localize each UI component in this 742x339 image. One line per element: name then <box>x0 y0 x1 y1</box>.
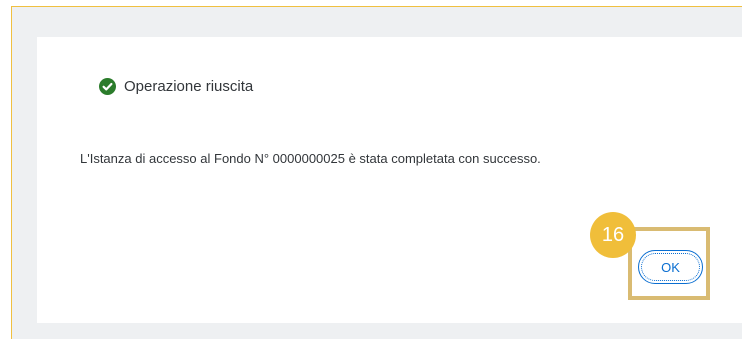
ok-button[interactable]: OK <box>638 250 703 284</box>
success-check-icon <box>99 78 116 95</box>
dialog-title: Operazione riuscita <box>124 78 254 95</box>
success-dialog: Operazione riuscita L'Istanza di accesso… <box>37 37 742 323</box>
app-frame: Operazione riuscita L'Istanza di accesso… <box>11 6 742 339</box>
dialog-header: Operazione riuscita <box>99 78 253 95</box>
step-number-badge: 16 <box>590 212 636 258</box>
dialog-message: L'Istanza di accesso al Fondo N° 0000000… <box>80 151 541 166</box>
